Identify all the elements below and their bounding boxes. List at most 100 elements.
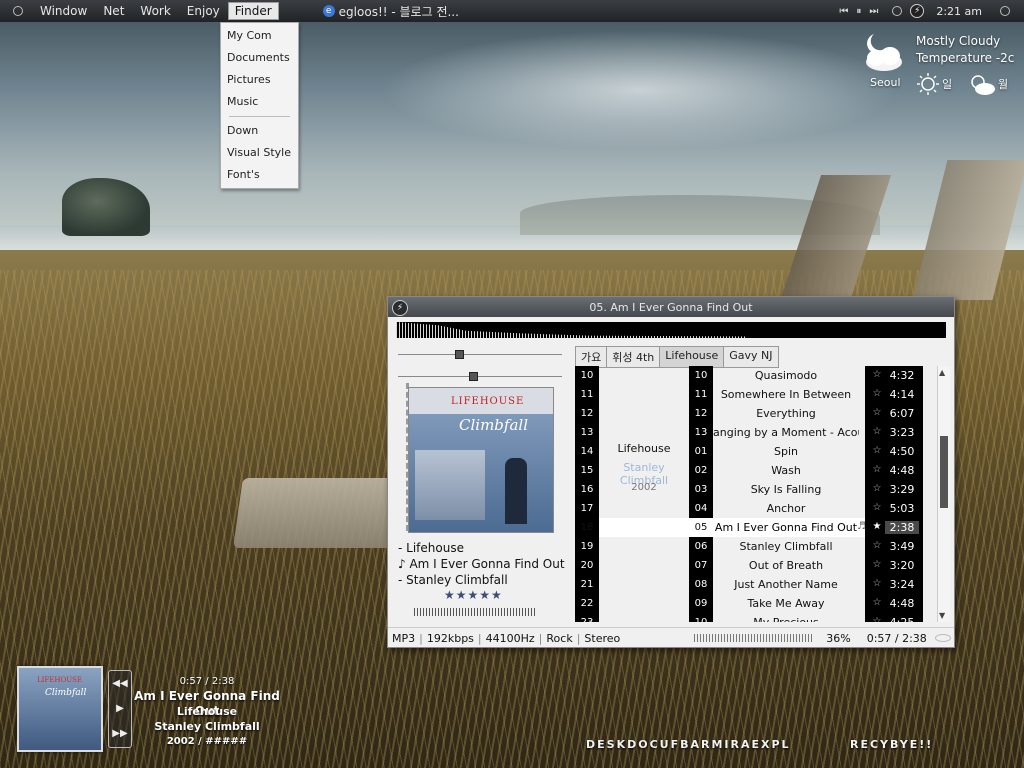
tab-wheesung-4th[interactable]: 휘성 4th xyxy=(606,346,661,368)
player-logo-icon[interactable]: ⚡ xyxy=(392,300,408,316)
star-empty-icon[interactable]: ☆ xyxy=(871,616,883,622)
mini-track-info: 0:57 / 2:38 Am I Ever Gonna Find Out Lif… xyxy=(134,674,280,749)
rewind-icon[interactable]: ◀◀ xyxy=(109,671,131,696)
start-orb-icon[interactable] xyxy=(13,6,23,16)
star-empty-icon[interactable]: ☆ xyxy=(871,445,883,456)
menu-item-my-com[interactable]: My Com xyxy=(221,25,298,47)
scroll-down-icon[interactable]: ▼ xyxy=(939,611,945,620)
player-tray-icon[interactable]: ⚡ xyxy=(910,4,925,18)
menu-item-music[interactable]: Music xyxy=(221,91,298,113)
seek-bar[interactable] xyxy=(694,634,815,642)
track-row[interactable]: 15 02 Wash ☆ 4:48 xyxy=(575,461,937,480)
playlist-scrollbar[interactable]: ▲ ▼ xyxy=(937,366,950,622)
rating-stars[interactable]: ★★★★★ xyxy=(444,588,503,602)
menu-item-pictures[interactable]: Pictures xyxy=(221,69,298,91)
mini-controls: ◀◀ ▶ ▶▶ xyxy=(108,670,132,748)
track-row[interactable]: 16 03 Sky Is Falling ☆ 3:29 xyxy=(575,480,937,499)
forecast-day1: 일 xyxy=(916,72,952,96)
track-number: 06 xyxy=(694,541,708,552)
star-empty-icon[interactable]: ☆ xyxy=(871,407,883,418)
track-row[interactable]: 10 10 Quasimodo ☆ 4:32 xyxy=(575,366,937,385)
track-row[interactable]: 22 09 Take Me Away ☆ 4:48 xyxy=(575,594,937,613)
mini-cover-album: Climbfall xyxy=(45,688,87,698)
tray-menu-orb-icon[interactable] xyxy=(1000,6,1010,16)
track-number: 10 xyxy=(694,370,708,381)
track-row[interactable]: 14 01 Spin ☆ 4:50 xyxy=(575,442,937,461)
balance-slider-knob[interactable] xyxy=(469,372,478,381)
star-empty-icon[interactable]: ☆ xyxy=(871,426,883,437)
menu-item-down[interactable]: Down xyxy=(221,120,298,142)
track-index: 12 xyxy=(580,408,594,419)
menu-net[interactable]: Net xyxy=(95,4,132,18)
track-row[interactable]: 21 08 Just Another Name ☆ 3:24 xyxy=(575,575,937,594)
track-row[interactable]: 23 10My Precious ☆4:25 xyxy=(575,613,937,622)
track-row[interactable]: 13 13 anging by a Moment - Acoust ☆ 3:23 xyxy=(575,423,937,442)
star-empty-icon[interactable]: ☆ xyxy=(871,540,883,551)
weather-city: Seoul xyxy=(870,76,901,89)
scroll-up-icon[interactable]: ▲ xyxy=(939,368,945,377)
desktop-recycle-label[interactable]: RECYBYE!! xyxy=(850,738,933,751)
play-icon[interactable]: ▶ xyxy=(109,696,131,721)
star-empty-icon[interactable]: ☆ xyxy=(871,502,883,513)
status-genre: Rock xyxy=(546,631,573,645)
cover-art-figure xyxy=(505,458,527,524)
star-empty-icon[interactable]: ☆ xyxy=(871,597,883,608)
meta-title: ♪ Am I Ever Gonna Find Out xyxy=(398,557,565,571)
tab-gavy-nj[interactable]: Gavy NJ xyxy=(723,346,779,368)
menu-work[interactable]: Work xyxy=(132,4,178,18)
track-title: Wash xyxy=(771,464,801,477)
mini-album-cover[interactable]: LIFEHOUSE Climbfall xyxy=(17,666,103,752)
star-empty-icon[interactable]: ☆ xyxy=(871,369,883,380)
tab-lifehouse[interactable]: Lifehouse xyxy=(659,346,725,368)
tray-orb-icon[interactable] xyxy=(892,6,903,16)
track-row[interactable]: 20 07 Out of Breath ☆ 3:20 xyxy=(575,556,937,575)
album-cover[interactable]: LIFEHOUSE Climbfall xyxy=(408,387,554,533)
star-empty-icon[interactable]: ☆ xyxy=(871,578,883,589)
track-row[interactable]: 12 12 Everything ☆ 6:07 xyxy=(575,404,937,423)
menu-item-fonts[interactable]: Font's xyxy=(221,164,298,186)
menu-finder[interactable]: Finder xyxy=(227,2,279,20)
track-duration: 4:50 xyxy=(889,445,915,458)
mini-title: Am I Ever Gonna Find Out xyxy=(134,689,280,718)
track-row-current[interactable]: 18 05 Am I Ever Gonna Find Out ♬ ★ 2:38 xyxy=(575,518,937,537)
track-row[interactable]: 17 04 Anchor ☆ 5:03 xyxy=(575,499,937,518)
track-row[interactable]: 19 06 Stanley Climbfall ☆ 3:49 xyxy=(575,537,937,556)
star-filled-icon[interactable]: ★ xyxy=(871,521,883,532)
menu-enjoy[interactable]: Enjoy xyxy=(179,4,228,18)
now-playing-meta: - Lifehouse ♪ Am I Ever Gonna Find Out -… xyxy=(398,540,565,588)
balance-slider[interactable] xyxy=(398,372,562,381)
cloudy-night-icon xyxy=(866,34,902,71)
weather-condition: Mostly Cloudy xyxy=(916,34,1001,48)
track-index: 21 xyxy=(580,579,594,590)
star-empty-icon[interactable]: ☆ xyxy=(871,388,883,399)
desktop-shortcuts-label[interactable]: DESKDOCUFBARMIRAEXPL xyxy=(586,738,791,751)
next-track-icon[interactable]: ⏭ xyxy=(869,6,878,17)
star-empty-icon[interactable]: ☆ xyxy=(871,464,883,475)
volume-slider[interactable] xyxy=(398,350,562,359)
star-empty-icon[interactable]: ☆ xyxy=(871,483,883,494)
volume-slider-knob[interactable] xyxy=(455,350,464,359)
forecast-day1-label: 일 xyxy=(942,78,953,91)
menu-item-documents[interactable]: Documents xyxy=(221,47,298,69)
track-title: Out of Breath xyxy=(748,559,824,572)
menu-window[interactable]: Window xyxy=(32,4,95,18)
track-row[interactable]: 11 11 Somewhere In Between ☆ 4:14 xyxy=(575,385,937,404)
tab-kpop[interactable]: 가요 xyxy=(575,346,608,368)
resize-grip-icon[interactable] xyxy=(934,634,951,642)
taskbar-item-label: egloos!! - 블로그 전... xyxy=(338,4,459,19)
star-empty-icon[interactable]: ☆ xyxy=(871,559,883,570)
mini-year: 2002 / ##### xyxy=(166,736,248,747)
track-number: 04 xyxy=(694,503,708,514)
scrollbar-thumb[interactable] xyxy=(940,436,948,508)
taskbar-item-browser[interactable]: e egloos!! - 블로그 전... xyxy=(322,3,459,20)
player-titlebar[interactable]: ⚡ 05. Am I Ever Gonna Find Out xyxy=(388,297,954,317)
track-title: Am I Ever Gonna Find Out xyxy=(714,521,858,534)
track-index: 14 xyxy=(580,446,594,457)
prev-track-icon[interactable]: ⏮ xyxy=(839,6,848,17)
menu-item-visual-style[interactable]: Visual Style xyxy=(221,142,298,164)
fast-forward-icon[interactable]: ▶▶ xyxy=(109,721,131,746)
track-duration: 4:48 xyxy=(889,597,915,610)
player-title: 05. Am I Ever Gonna Find Out xyxy=(589,300,753,314)
pause-icon[interactable]: ⏸ xyxy=(856,6,861,17)
track-number: 08 xyxy=(694,579,708,590)
